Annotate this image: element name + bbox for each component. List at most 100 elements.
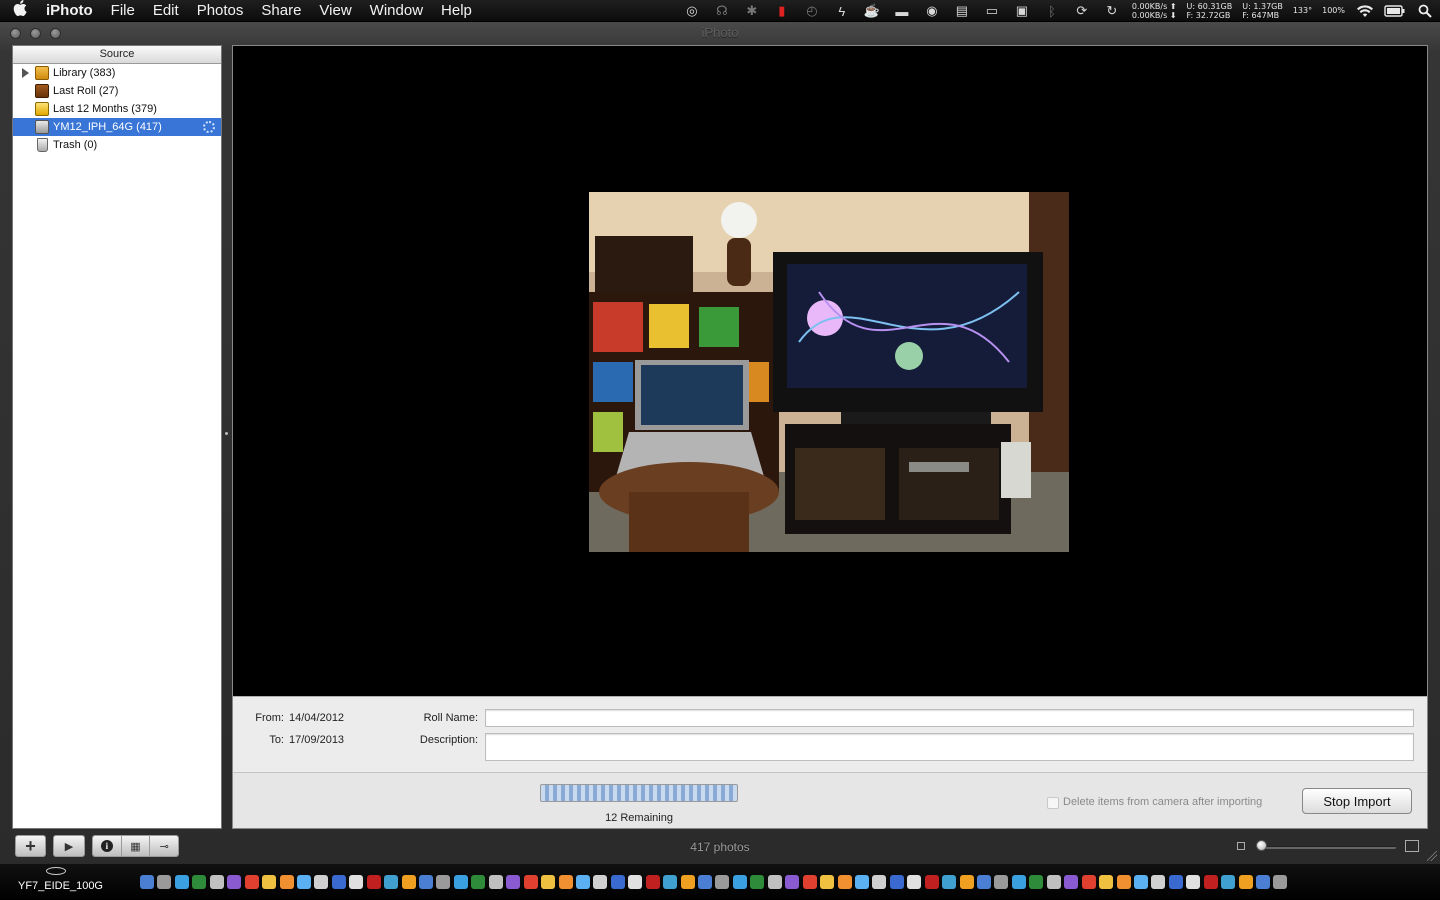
menu-photos[interactable]: Photos <box>188 0 253 22</box>
network-stat[interactable]: 0.00KB/s ⬆ 0.00KB/s ⬇ <box>1127 2 1182 20</box>
dock-app-icon[interactable] <box>977 875 991 889</box>
dock-app-icon[interactable] <box>384 875 399 889</box>
menu-app-name[interactable]: iPhoto <box>42 0 102 22</box>
dock-app-icon[interactable] <box>767 875 782 889</box>
dock-app-icon[interactable] <box>645 875 660 889</box>
dock-app-icon[interactable] <box>244 875 259 889</box>
dock-app-icon[interactable] <box>785 875 800 889</box>
menu-file[interactable]: File <box>102 0 144 22</box>
time-machine-icon[interactable]: ◴ <box>797 0 827 22</box>
dock-app-icon[interactable] <box>942 875 957 889</box>
dock-app-icon[interactable] <box>872 875 887 889</box>
bluetooth-icon[interactable]: ✱ <box>737 0 767 22</box>
dock-app-icon[interactable] <box>1046 875 1061 889</box>
dock-app-icon[interactable] <box>1133 875 1148 889</box>
dock-app-icon[interactable] <box>331 875 346 889</box>
display-icon[interactable]: ▣ <box>1007 0 1037 22</box>
cup-icon[interactable]: ☕ <box>857 0 887 22</box>
source-item-library[interactable]: Library (383) <box>13 64 221 82</box>
battery-icon[interactable] <box>1380 0 1410 22</box>
dock-app-icon[interactable] <box>209 875 224 889</box>
dock-app-icon[interactable] <box>907 875 922 889</box>
growl-icon[interactable]: ϟ <box>827 0 857 22</box>
dock-app-icon[interactable] <box>401 875 416 889</box>
dock-app-icon[interactable] <box>1168 875 1183 889</box>
dock-app-icon[interactable] <box>1256 875 1270 889</box>
wifi-icon[interactable] <box>1350 0 1380 22</box>
vinyl-icon[interactable]: ◉ <box>917 0 947 22</box>
zoom-slider-knob[interactable] <box>1256 840 1267 851</box>
dock-app-icon[interactable] <box>366 875 381 889</box>
dock-app-icon[interactable] <box>1221 875 1236 889</box>
bluetooth-off-icon[interactable]: ᛒ <box>1037 0 1067 22</box>
dock-app-icon[interactable] <box>279 875 294 889</box>
dock-app-icon[interactable] <box>750 875 765 889</box>
refresh-icon[interactable]: ↻ <box>1097 0 1127 22</box>
apple-menu-icon[interactable] <box>0 0 42 23</box>
dock-app-icon[interactable] <box>715 875 730 889</box>
dock-app-icon[interactable] <box>732 875 747 889</box>
dock-app-icon[interactable] <box>436 875 451 889</box>
zoom-slider-track[interactable] <box>1258 846 1396 849</box>
dock-app-icon[interactable] <box>802 875 817 889</box>
source-item-last-roll[interactable]: Last Roll (27) <box>13 82 221 100</box>
menu-view[interactable]: View <box>310 0 360 22</box>
dock-app-icon[interactable] <box>1273 875 1288 889</box>
dock-app-icon[interactable] <box>994 875 1009 889</box>
dock-app-icon[interactable] <box>1186 875 1201 889</box>
source-item-camera[interactable]: YM12_IPH_64G (417) <box>13 118 221 136</box>
dock-app-icon[interactable] <box>628 875 643 889</box>
dock-app-icon[interactable] <box>140 875 154 889</box>
dock-app-icon[interactable] <box>262 875 277 889</box>
dock-app-icon[interactable] <box>227 875 242 889</box>
dock-app-icon[interactable] <box>698 875 712 889</box>
dock-app-icon[interactable] <box>663 875 678 889</box>
dock-app-icon[interactable] <box>610 875 625 889</box>
battery-alert-icon[interactable]: ▮ <box>767 0 797 22</box>
sync-icon[interactable]: ⟳ <box>1067 0 1097 22</box>
title-bar[interactable]: iPhoto <box>0 22 1440 44</box>
temperature-stat[interactable]: 133° <box>1288 0 1317 22</box>
dock-app-icon[interactable] <box>1116 875 1131 889</box>
window-resize-grip[interactable] <box>1427 851 1437 861</box>
disk-stat[interactable]: U: 60.31GB F: 32.72GB <box>1182 2 1238 20</box>
disk-icon[interactable]: ▬ <box>887 0 917 22</box>
dock-app-icon[interactable] <box>1203 875 1218 889</box>
external-drive-icon[interactable] <box>46 867 66 875</box>
menu-edit[interactable]: Edit <box>144 0 188 22</box>
dock-app-icon[interactable] <box>1011 875 1026 889</box>
dock-app-icon[interactable] <box>959 875 974 889</box>
pane-splitter-handle[interactable] <box>225 432 228 435</box>
dock-app-icon[interactable] <box>157 875 172 889</box>
dock-app-icon[interactable] <box>1099 875 1114 889</box>
drive-status-icon[interactable]: ▭ <box>977 0 1007 22</box>
dock-app-icon[interactable] <box>419 875 433 889</box>
dock-app-icon[interactable] <box>575 875 590 889</box>
dock-app-icon[interactable] <box>506 875 521 889</box>
spotlight-search-icon[interactable] <box>1410 0 1440 22</box>
delete-after-import-checkbox[interactable] <box>1047 797 1059 809</box>
dock-app-icon[interactable] <box>1029 875 1044 889</box>
battery-stat[interactable]: 100% <box>1317 0 1350 22</box>
dock-app-icon[interactable] <box>471 875 486 889</box>
dock-app-icon[interactable] <box>1151 875 1166 889</box>
stop-import-button[interactable]: Stop Import <box>1302 788 1412 814</box>
drive-label[interactable]: YF7_EIDE_100G <box>18 880 103 892</box>
dock-app-icon[interactable] <box>296 875 311 889</box>
headphones-icon[interactable]: ☊ <box>707 0 737 22</box>
memory-stat[interactable]: U: 1.37GB F: 647MB <box>1237 2 1288 20</box>
menu-share[interactable]: Share <box>252 0 310 22</box>
source-item-last-12-months[interactable]: Last 12 Months (379) <box>13 100 221 118</box>
description-field[interactable] <box>485 733 1414 761</box>
source-item-trash[interactable]: Trash (0) <box>13 136 221 154</box>
dock-app-icon[interactable] <box>453 875 468 889</box>
dock-app-icon[interactable] <box>680 875 695 889</box>
roll-name-field[interactable] <box>485 709 1414 727</box>
dock-app-icon[interactable] <box>488 875 503 889</box>
dock-app-icon[interactable] <box>349 875 364 889</box>
dock-app-icon[interactable] <box>541 875 556 889</box>
dock-app-icon[interactable] <box>837 875 852 889</box>
dock-app-icon[interactable] <box>854 875 869 889</box>
dock-app-icon[interactable] <box>820 875 835 889</box>
dock-app-icon[interactable] <box>1064 875 1079 889</box>
